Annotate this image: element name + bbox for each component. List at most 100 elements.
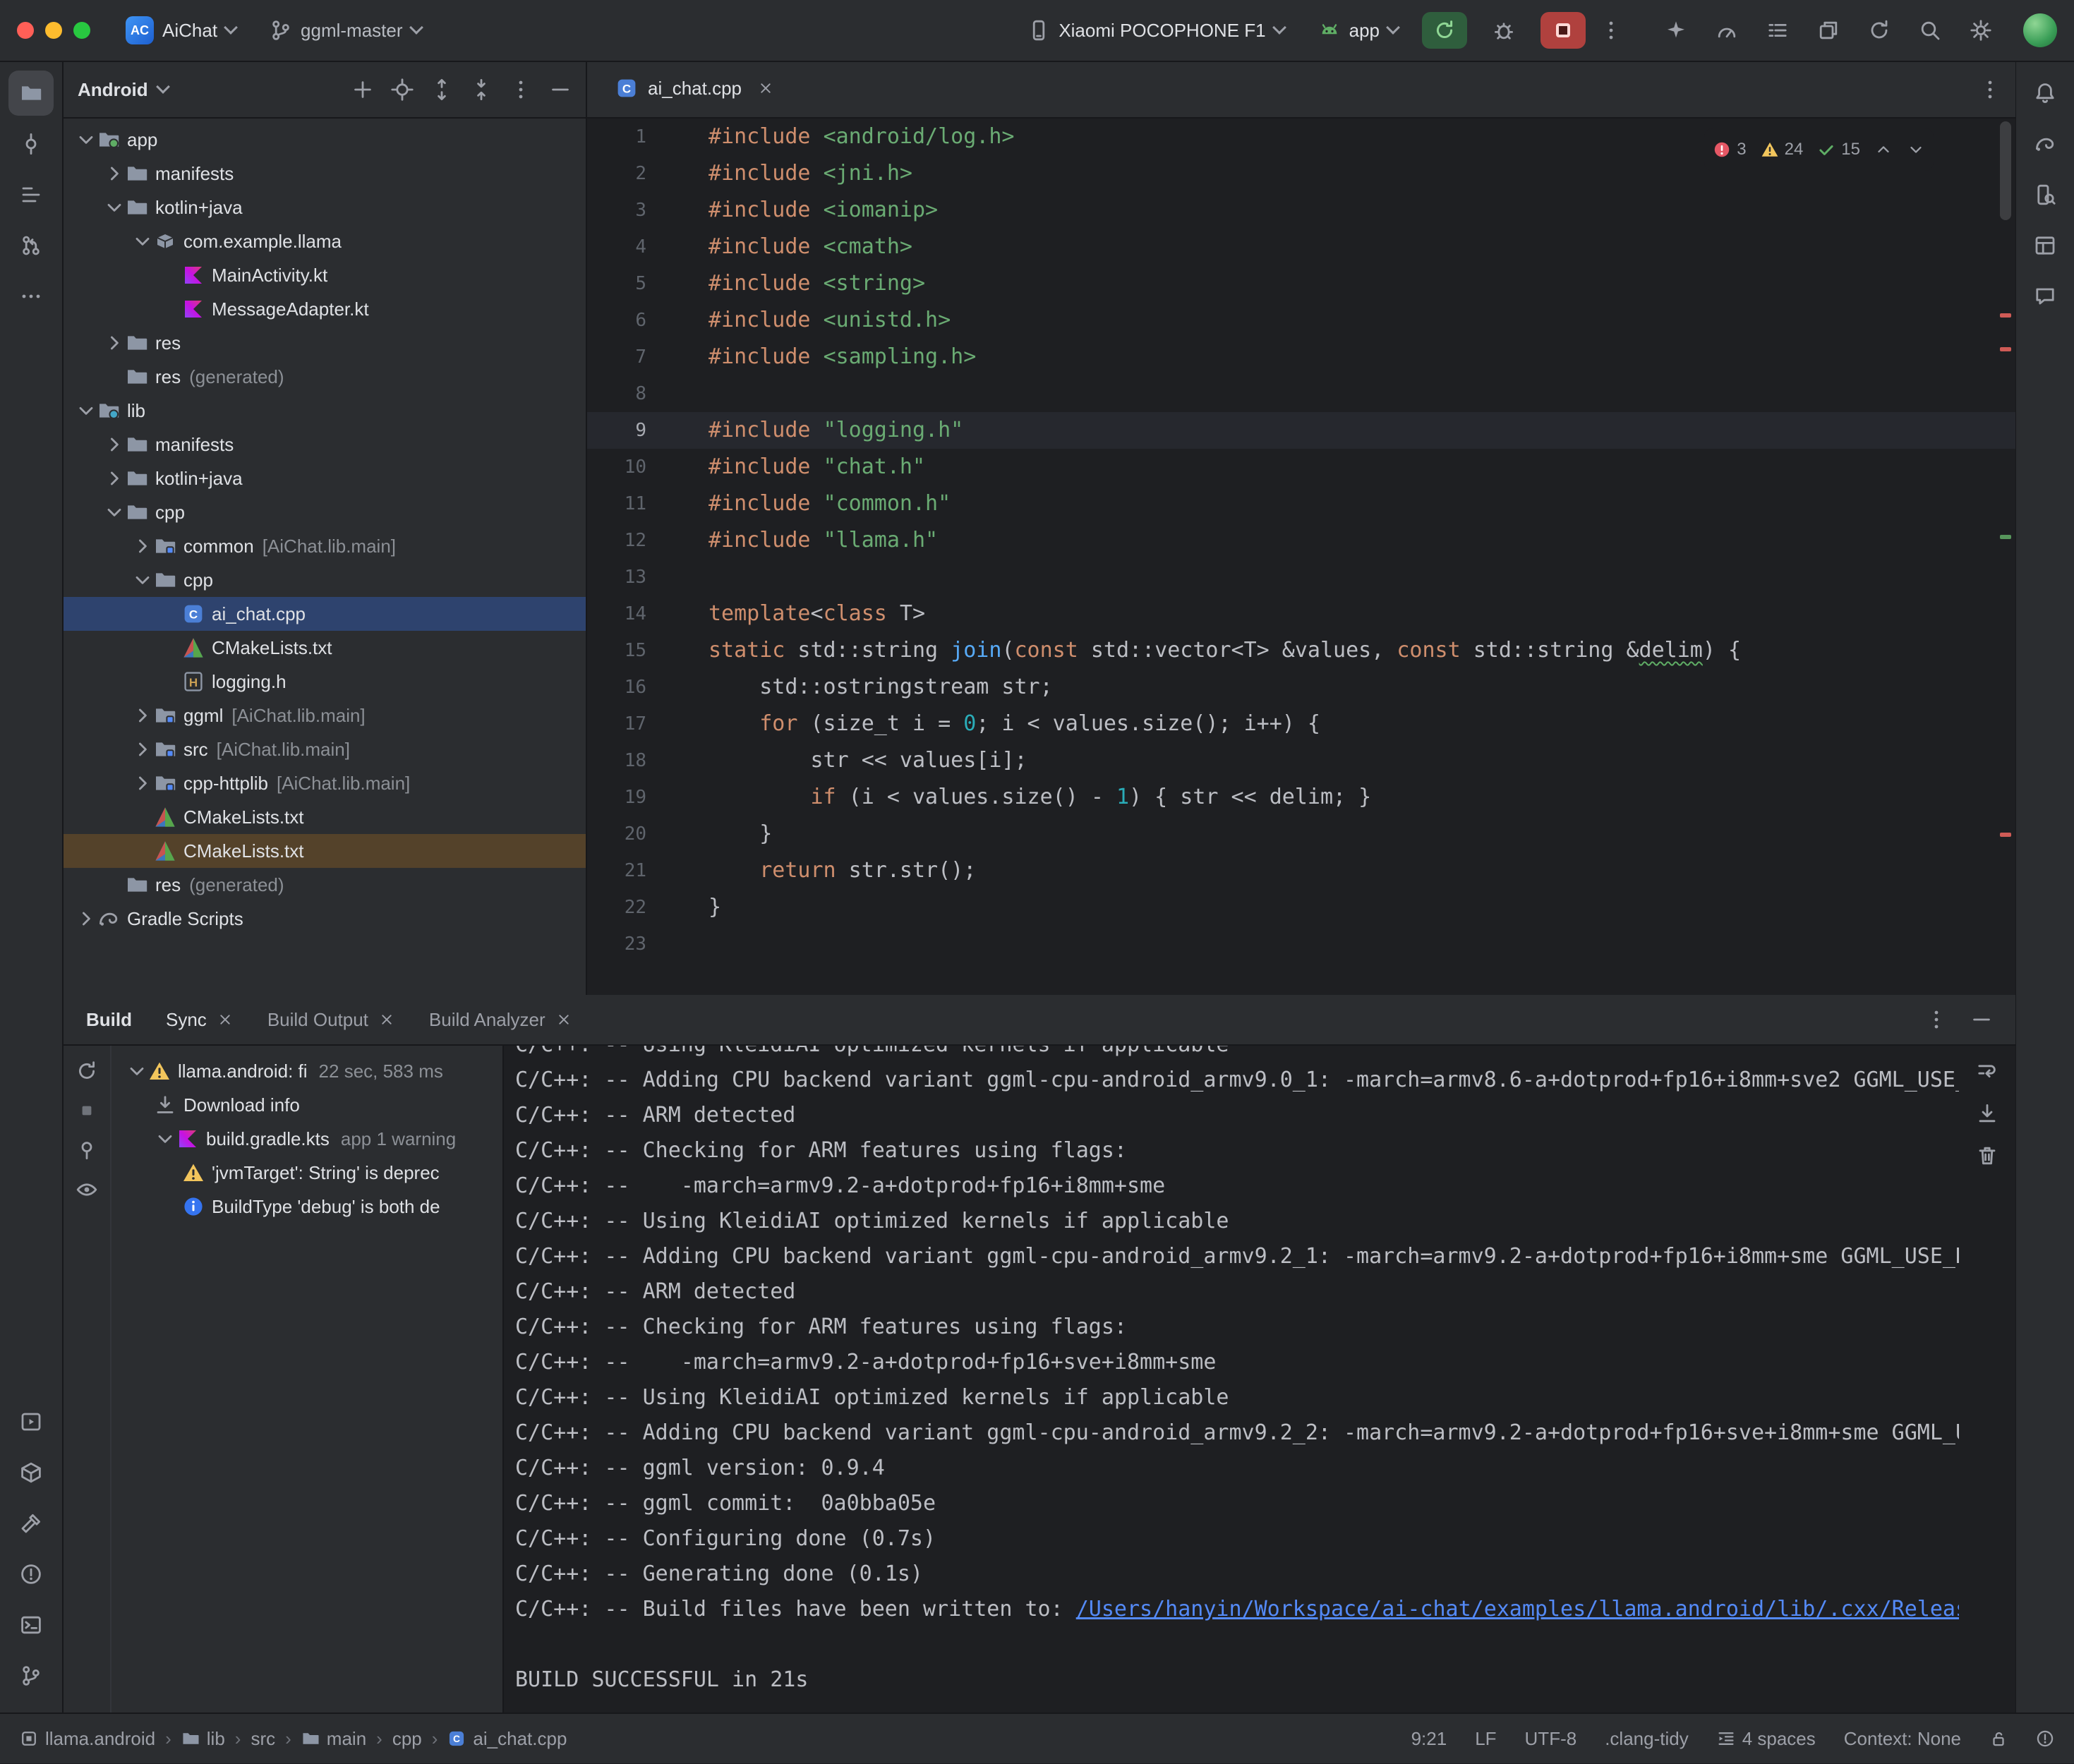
code-line[interactable]: 21 return str.str();	[587, 852, 2015, 889]
more-vertical-icon[interactable]	[1600, 19, 1622, 42]
status-widget[interactable]: 4 spaces	[1717, 1728, 1816, 1750]
code-line[interactable]: 12#include "llama.h"	[587, 522, 2015, 559]
stripe-mark[interactable]	[2000, 347, 2011, 351]
plus-icon[interactable]	[351, 78, 374, 101]
scroll-to-end-icon[interactable]	[1976, 1102, 1998, 1125]
stop-gray-icon[interactable]	[76, 1099, 98, 1122]
clear-icon[interactable]	[1976, 1144, 1998, 1167]
preview-icon[interactable]	[76, 1178, 98, 1201]
pull-requests-button[interactable]	[8, 223, 54, 268]
hide-icon[interactable]	[549, 78, 572, 101]
inspections-widget[interactable]: 3 24 15	[1704, 128, 1934, 171]
more-button[interactable]	[8, 274, 54, 319]
project-selector[interactable]: AC AiChat	[116, 11, 246, 50]
sync-button[interactable]	[1859, 11, 1899, 50]
studio-bot-button[interactable]	[1656, 11, 1696, 50]
build-tree-item[interactable]: Download info	[117, 1088, 502, 1122]
breadcrumb-item[interactable]: src	[251, 1728, 275, 1750]
code-line[interactable]: 16 std::ostringstream str;	[587, 669, 2015, 706]
code-line[interactable]: 19 if (i < values.size() - 1) { str << d…	[587, 779, 2015, 816]
tree-item[interactable]: kotlin+java	[64, 461, 586, 495]
chevron-up-icon[interactable]	[1874, 140, 1893, 159]
stripe-mark[interactable]	[2000, 535, 2011, 539]
running-devices-button[interactable]	[8, 1399, 54, 1444]
minimize-window-button[interactable]	[45, 22, 62, 39]
breadcrumb-item[interactable]: main	[301, 1728, 366, 1750]
device-manager-button[interactable]	[8, 1450, 54, 1495]
tree-item[interactable]: app	[64, 123, 586, 157]
status-widget[interactable]: UTF-8	[1525, 1728, 1577, 1750]
device-explorer-button[interactable]	[2022, 172, 2068, 217]
build-console[interactable]: C/C++: -- Using KleidiAI optimized kerne…	[504, 1046, 1959, 1713]
profiler-button[interactable]	[1707, 11, 1747, 50]
refresh-icon[interactable]	[76, 1060, 98, 1082]
code-line[interactable]: 7#include <sampling.h>	[587, 339, 2015, 375]
tree-item[interactable]: cpp	[64, 495, 586, 529]
tree-item[interactable]: kotlin+java	[64, 191, 586, 224]
locate-icon[interactable]	[391, 78, 414, 101]
code-line[interactable]: 11#include "common.h"	[587, 485, 2015, 522]
code-line[interactable]: 4#include <cmath>	[587, 229, 2015, 265]
user-avatar[interactable]	[2023, 13, 2057, 47]
breadcrumb-item[interactable]: cpp	[392, 1728, 422, 1750]
code-line[interactable]: 20 }	[587, 816, 2015, 852]
tree-item[interactable]: cpp	[64, 563, 586, 597]
tree-item[interactable]: CMakeLists.txt	[64, 834, 586, 868]
tree-item[interactable]: CMakeLists.txt	[64, 800, 586, 834]
breadcrumb-item[interactable]: Cai_chat.cpp	[447, 1728, 567, 1750]
plugins-button[interactable]	[1809, 11, 1848, 50]
chevron-down-icon[interactable]	[1907, 140, 1925, 159]
code-line[interactable]: 8	[587, 375, 2015, 412]
status-widget[interactable]: LF	[1475, 1728, 1496, 1750]
status-widget[interactable]	[1989, 1729, 2008, 1748]
editor-tab[interactable]: C ai_chat.cpp	[601, 62, 788, 117]
build-tree-item[interactable]: llama.android: fi22 sec, 583 ms	[117, 1054, 502, 1088]
status-widget[interactable]	[2036, 1729, 2054, 1748]
tree-item[interactable]: MessageAdapter.kt	[64, 292, 586, 326]
breadcrumb-item[interactable]: lib	[181, 1728, 225, 1750]
tree-item[interactable]: common[AiChat.lib.main]	[64, 529, 586, 563]
code-line[interactable]: 15static std::string join(const std::vec…	[587, 632, 2015, 669]
build-tab[interactable]: Build Output	[267, 1009, 395, 1031]
stripe-mark[interactable]	[2000, 833, 2011, 837]
tree-item[interactable]: manifests	[64, 428, 586, 461]
search-button[interactable]	[1910, 11, 1950, 50]
tree-item[interactable]: res(generated)	[64, 360, 586, 394]
tree-item[interactable]: cpp-httplib[AiChat.lib.main]	[64, 766, 586, 800]
run-config-selector[interactable]: app	[1308, 13, 1408, 47]
tree-item[interactable]: com.example.llama	[64, 224, 586, 258]
code-line[interactable]: 22}	[587, 889, 2015, 926]
notifications-bell-button[interactable]	[2022, 71, 2068, 116]
code-line[interactable]: 17 for (size_t i = 0; i < values.size();…	[587, 706, 2015, 742]
build-button[interactable]	[8, 1501, 54, 1546]
tree-item[interactable]: src[AiChat.lib.main]	[64, 732, 586, 766]
build-tree-item[interactable]: build.gradle.ktsapp 1 warning	[117, 1122, 502, 1156]
build-tab[interactable]: Build	[86, 1009, 132, 1031]
tree-item[interactable]: MainActivity.kt	[64, 258, 586, 292]
code-line[interactable]: 9#include "logging.h"	[587, 412, 2015, 449]
tree-item[interactable]: lib	[64, 394, 586, 428]
status-widget[interactable]: 9:21	[1411, 1728, 1447, 1750]
close-icon[interactable]	[378, 1011, 395, 1028]
layout-inspector-button[interactable]	[2022, 223, 2068, 268]
code-line[interactable]: 10#include "chat.h"	[587, 449, 2015, 485]
terminal-button[interactable]	[8, 1602, 54, 1648]
run-button[interactable]	[1422, 12, 1467, 49]
tree-item[interactable]: Hlogging.h	[64, 665, 586, 699]
build-tree-item[interactable]: BuildType 'debug' is both de	[117, 1190, 502, 1224]
expand-all-icon[interactable]	[430, 78, 453, 101]
hide-icon[interactable]	[1970, 1008, 1993, 1031]
project-folder-button[interactable]	[8, 71, 54, 116]
code-line[interactable]: 13	[587, 559, 2015, 596]
code-line[interactable]: 23	[587, 926, 2015, 962]
code-line[interactable]: 5#include <string>	[587, 265, 2015, 302]
tree-item[interactable]: res(generated)	[64, 868, 586, 902]
build-tree-item[interactable]: 'jvmTarget': String' is deprec	[117, 1156, 502, 1190]
console-link[interactable]: /Users/hanyin/Workspace/ai-chat/examples…	[1076, 1597, 1959, 1621]
gradle-button[interactable]	[2022, 121, 2068, 167]
tree-item[interactable]: Gradle Scripts	[64, 902, 586, 936]
status-widget[interactable]: Context: None	[1844, 1728, 1961, 1750]
assistant-button[interactable]	[2022, 274, 2068, 319]
tree-item[interactable]: Cai_chat.cpp	[64, 597, 586, 631]
pin-icon[interactable]	[76, 1139, 98, 1161]
